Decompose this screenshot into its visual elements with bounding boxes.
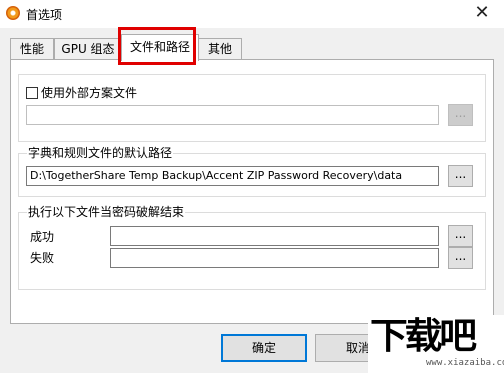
watermark-logo: 下载吧 — [370, 316, 477, 357]
watermark-url: www.xiazaiba.com — [426, 358, 504, 368]
app-gear-icon — [6, 6, 20, 20]
tab-other[interactable]: 其他 — [198, 38, 242, 60]
tab-gpu-config[interactable]: GPU 组态 — [54, 38, 122, 60]
external-scheme-browse-button[interactable]: ... — [448, 104, 473, 126]
dict-path-title: 字典和规则文件的默认路径 — [27, 146, 174, 160]
tab-files-paths[interactable]: 文件和路径 — [121, 34, 199, 61]
on-finish-title: 执行以下文件当密码破解结束 — [27, 205, 186, 219]
external-scheme-path-input[interactable] — [26, 105, 439, 125]
tab-performance[interactable]: 性能 — [10, 38, 54, 60]
external-scheme-label: 使用外部方案文件 — [41, 86, 138, 100]
ok-button[interactable]: 确定 — [221, 334, 307, 362]
success-label: 成功 — [30, 230, 55, 244]
external-scheme-group: 使用外部方案文件 ... — [18, 74, 486, 142]
watermark: 下载吧 www.xiazaiba.com — [368, 315, 504, 373]
external-scheme-checkbox[interactable] — [26, 87, 38, 99]
success-browse-button[interactable]: ... — [448, 225, 473, 247]
close-button[interactable]: ✕ — [460, 0, 504, 28]
success-path-input[interactable] — [110, 226, 439, 246]
dict-path-browse-button[interactable]: ... — [448, 165, 473, 187]
window-title: 首选项 — [26, 8, 63, 22]
on-finish-group: 执行以下文件当密码破解结束 成功 ... 失败 ... — [18, 205, 486, 290]
dict-path-group: 字典和规则文件的默认路径 D:\TogetherShare Temp Backu… — [18, 146, 486, 197]
dict-path-input[interactable]: D:\TogetherShare Temp Backup\Accent ZIP … — [26, 166, 439, 186]
tab-panel: 使用外部方案文件 ... 字典和规则文件的默认路径 D:\TogetherSha… — [10, 59, 494, 324]
fail-label: 失败 — [30, 251, 55, 265]
fail-path-input[interactable] — [110, 248, 439, 268]
title-bar: 首选项 ✕ — [0, 0, 504, 28]
fail-browse-button[interactable]: ... — [448, 247, 473, 269]
